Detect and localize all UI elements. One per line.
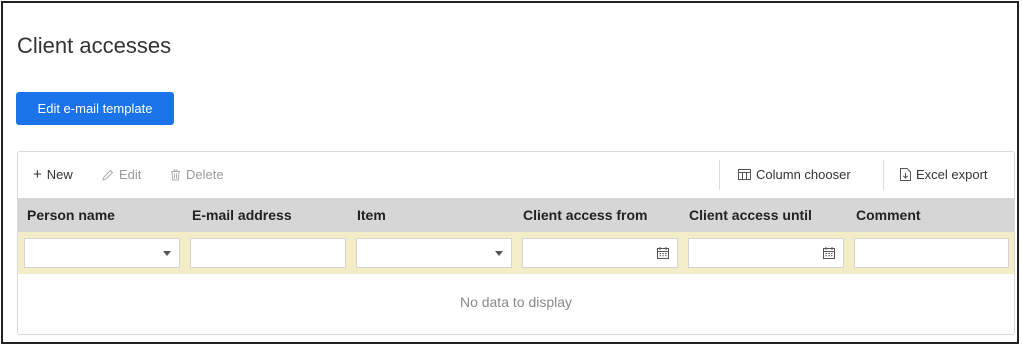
grid-header-row: Person name E-mail address Item Client a… bbox=[18, 198, 1014, 232]
item-filter-select[interactable] bbox=[356, 238, 512, 268]
chevron-down-icon bbox=[163, 251, 171, 256]
trash-icon bbox=[171, 169, 180, 180]
delete-button[interactable]: Delete bbox=[170, 167, 224, 182]
export-icon bbox=[900, 168, 911, 181]
grid-filter-row bbox=[18, 232, 1014, 274]
person-name-filter-select[interactable] bbox=[24, 238, 180, 268]
page-title: Client accesses bbox=[17, 33, 172, 58]
column-chooser-button[interactable]: Column chooser bbox=[738, 167, 851, 182]
client-access-until-filter-date[interactable] bbox=[688, 238, 844, 268]
chevron-down-icon bbox=[495, 251, 503, 256]
excel-export-button[interactable]: Excel export bbox=[900, 167, 988, 182]
plus-icon: + bbox=[33, 166, 42, 183]
toolbar-separator bbox=[883, 160, 884, 190]
column-header-comment[interactable]: Comment bbox=[856, 207, 921, 223]
new-button[interactable]: + New bbox=[33, 167, 73, 182]
calendar-icon[interactable] bbox=[823, 247, 835, 259]
grid-toolbar: + New Edit Delete Column chooser Excel e… bbox=[18, 152, 1014, 198]
column-chooser-label: Column chooser bbox=[756, 167, 851, 182]
toolbar-separator bbox=[719, 160, 720, 190]
new-button-label: New bbox=[46, 167, 73, 182]
column-header-email-address[interactable]: E-mail address bbox=[192, 207, 292, 223]
page-frame: Client accesses Edit e-mail template + N… bbox=[1, 1, 1019, 344]
comment-filter-input[interactable] bbox=[854, 238, 1009, 268]
column-chooser-icon bbox=[738, 169, 751, 180]
client-access-from-filter-date[interactable] bbox=[522, 238, 678, 268]
column-header-client-access-from[interactable]: Client access from bbox=[523, 207, 648, 223]
edit-email-template-button[interactable]: Edit e-mail template bbox=[16, 92, 174, 125]
excel-export-label: Excel export bbox=[916, 167, 988, 182]
data-grid: + New Edit Delete Column chooser Excel e… bbox=[17, 151, 1015, 335]
edit-button-label: Edit bbox=[119, 167, 142, 182]
email-address-filter-input[interactable] bbox=[190, 238, 346, 268]
pencil-icon bbox=[102, 169, 114, 181]
edit-button[interactable]: Edit bbox=[102, 167, 141, 182]
empty-state-message: No data to display bbox=[459, 294, 573, 310]
column-header-person-name[interactable]: Person name bbox=[27, 207, 115, 223]
column-header-item[interactable]: Item bbox=[357, 207, 386, 223]
column-header-client-access-until[interactable]: Client access until bbox=[689, 207, 812, 223]
delete-button-label: Delete bbox=[186, 167, 224, 182]
calendar-icon[interactable] bbox=[657, 247, 669, 259]
